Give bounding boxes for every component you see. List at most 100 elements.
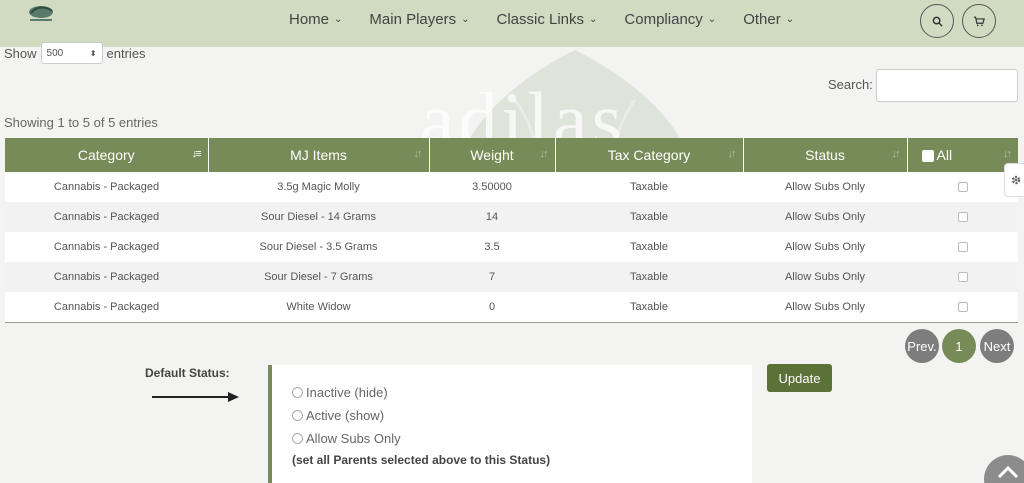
column-header-weight[interactable]: Weight ↓↑ xyxy=(429,138,556,172)
items-table: Category ↓≡ MJ Items ↓↑ Weight ↓↑ Tax Categ… xyxy=(5,138,1018,323)
show-label: Show xyxy=(4,45,37,61)
top-navbar: Home ⌄ Main Players ⌄ Classic Links ⌄ Compl… xyxy=(0,0,1024,47)
scroll-to-top-button[interactable] xyxy=(984,455,1024,483)
cell-select xyxy=(907,202,1018,232)
cell-select xyxy=(907,172,1018,202)
nav-main-players[interactable]: Main Players ⌄ xyxy=(369,11,469,28)
chevron-up-icon xyxy=(997,465,1019,479)
radio-icon xyxy=(292,410,303,421)
row-checkbox[interactable] xyxy=(957,272,968,283)
cell-category: Cannabis - Packaged xyxy=(5,232,208,262)
cell-weight: 7 xyxy=(429,262,555,292)
cell-status: Allow Subs Only xyxy=(743,292,907,322)
column-header-tax-category[interactable]: Tax Category ↓↑ xyxy=(555,138,744,172)
nav-classic-links-label: Classic Links xyxy=(496,10,585,28)
column-header-all[interactable]: All ↓↑ xyxy=(907,138,1018,172)
chevron-down-icon: ⌄ xyxy=(334,13,343,25)
cell-weight: 3.5 xyxy=(429,232,555,262)
cell-tax: Taxable xyxy=(555,172,743,202)
cell-item: Sour Diesel - 3.5 Grams xyxy=(208,232,429,262)
search-label: Search: xyxy=(828,77,873,92)
search-button[interactable] xyxy=(920,4,954,38)
chevron-down-icon: ⌄ xyxy=(461,13,470,25)
prev-page-button[interactable]: Prev. xyxy=(905,329,939,363)
cell-item: Sour Diesel - 7 Grams xyxy=(208,262,429,292)
radio-active[interactable]: Active (show) xyxy=(292,408,384,423)
chevron-down-icon: ⌄ xyxy=(785,13,795,25)
chevron-down-icon: ⌄ xyxy=(707,13,717,25)
cell-category: Cannabis - Packaged xyxy=(5,172,208,202)
nav-compliancy[interactable]: Compliancy ⌄ xyxy=(624,11,716,28)
entries-label: entries xyxy=(106,45,146,61)
cell-tax: Taxable xyxy=(555,262,743,292)
status-note: (set all Parents selected above to this … xyxy=(292,453,551,467)
cart-button[interactable] xyxy=(962,4,996,38)
cell-tax: Taxable xyxy=(555,292,743,322)
radio-label: Allow Subs Only xyxy=(306,431,401,446)
default-status-panel: Inactive (hide) Active (show) Allow Subs… xyxy=(268,365,752,483)
cell-item: Sour Diesel - 14 Grams xyxy=(208,202,429,232)
nav-home[interactable]: Home ⌄ xyxy=(289,11,342,28)
entries-select[interactable]: 500 ⬍ xyxy=(40,42,103,64)
cell-weight: 0 xyxy=(429,292,555,322)
update-button[interactable]: Update xyxy=(767,364,832,392)
radio-allow-subs[interactable]: Allow Subs Only xyxy=(292,431,401,446)
column-header-mj-items[interactable]: MJ Items ↓↑ xyxy=(208,138,430,172)
column-label: Tax Category xyxy=(607,147,691,163)
column-label: MJ Items xyxy=(290,147,347,163)
cell-status: Allow Subs Only xyxy=(743,232,907,262)
cell-select xyxy=(907,262,1018,292)
row-checkbox[interactable] xyxy=(957,242,968,253)
sort-icon: ↓↑ xyxy=(891,148,901,160)
row-checkbox[interactable] xyxy=(957,212,968,223)
cell-category: Cannabis - Packaged xyxy=(5,202,208,232)
logo-icon xyxy=(29,6,53,21)
column-header-category[interactable]: Category ↓≡ xyxy=(5,138,209,172)
cell-status: Allow Subs Only xyxy=(743,172,907,202)
cell-tax: Taxable xyxy=(555,202,743,232)
logo[interactable] xyxy=(26,4,56,22)
radio-icon xyxy=(292,433,303,444)
gear-icon xyxy=(1011,175,1021,185)
entries-select-value: 500 xyxy=(46,47,64,59)
nav-main-players-label: Main Players xyxy=(369,10,457,28)
select-all-checkbox[interactable] xyxy=(921,150,934,163)
current-page-button[interactable]: 1 xyxy=(942,329,976,363)
column-label: Weight xyxy=(470,147,514,163)
cell-category: Cannabis - Packaged xyxy=(5,292,208,322)
search-icon xyxy=(932,16,943,27)
sort-icon: ↓↑ xyxy=(413,148,423,160)
column-header-status[interactable]: Status ↓↑ xyxy=(743,138,908,172)
nav-compliancy-label: Compliancy xyxy=(624,10,703,28)
table-row: Cannabis - Packaged Sour Diesel - 3.5 Gra… xyxy=(5,232,1018,262)
nav-other-label: Other xyxy=(743,10,781,28)
cell-item: White Widow xyxy=(208,292,429,322)
cell-weight: 14 xyxy=(429,202,555,232)
cart-icon xyxy=(973,16,985,26)
sort-icon: ↓↑ xyxy=(1003,148,1012,160)
row-checkbox[interactable] xyxy=(957,302,968,313)
sort-asc-icon: ↓≡ xyxy=(191,148,202,160)
show-entries-control: Show 500 ⬍ entries xyxy=(4,42,146,64)
cell-item: 3.5g Magic Molly xyxy=(208,172,429,202)
table-row: Cannabis - Packaged White Widow 0 Taxable Al… xyxy=(5,292,1018,322)
main-menu: Home ⌄ Main Players ⌄ Classic Links ⌄ Compl… xyxy=(289,0,821,38)
column-label: All xyxy=(936,147,953,163)
row-checkbox[interactable] xyxy=(957,182,968,193)
search-input[interactable] xyxy=(876,69,1018,102)
cell-select xyxy=(907,232,1018,262)
nav-home-label: Home xyxy=(289,10,330,28)
cell-tax: Taxable xyxy=(555,232,743,262)
select-arrows-icon: ⬍ xyxy=(89,48,97,58)
table-row: Cannabis - Packaged 3.5g Magic Molly 3.500… xyxy=(5,172,1018,202)
settings-tab[interactable] xyxy=(1004,163,1024,197)
table-info: Showing 1 to 5 of 5 entries xyxy=(4,115,158,130)
arrow-right-icon xyxy=(152,392,239,402)
radio-inactive[interactable]: Inactive (hide) xyxy=(292,385,388,400)
nav-other[interactable]: Other ⌄ xyxy=(743,11,794,28)
nav-classic-links[interactable]: Classic Links ⌄ xyxy=(497,11,598,28)
cell-select xyxy=(907,292,1018,322)
next-page-button[interactable]: Next xyxy=(980,329,1014,363)
cell-weight: 3.50000 xyxy=(429,172,555,202)
column-label: Category xyxy=(77,147,135,163)
